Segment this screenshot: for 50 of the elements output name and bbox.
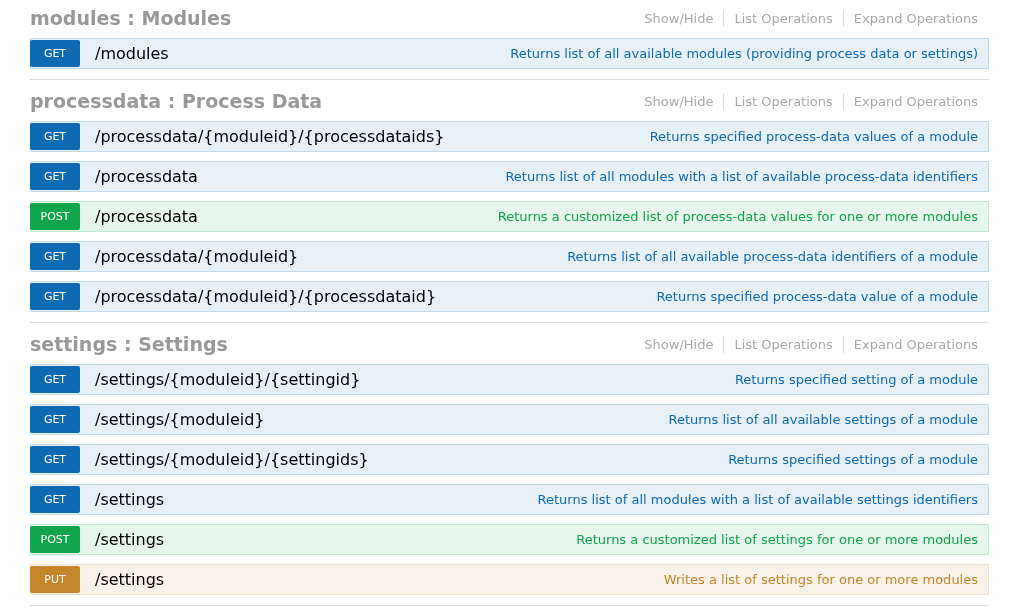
section-title[interactable]: modules : Modules [30, 7, 232, 29]
endpoint-path: /modules [95, 44, 170, 63]
method-badge[interactable]: GET [30, 366, 80, 393]
endpoint-path: /settings/{moduleid} [95, 410, 266, 429]
operation-row[interactable]: PUT /settings Writes a list of settings for one or more modules [30, 564, 989, 595]
endpoint-summary: Returns list of all modules with a list of available process-data identifiers [505, 169, 978, 184]
endpoint-summary: Returns list of all available settings of a module [668, 412, 978, 427]
endpoint-path: /settings/{moduleid}/{settingids} [95, 450, 370, 469]
endpoint-summary: Returns list of all modules with a list of available settings identifiers [537, 492, 978, 507]
endpoint-summary: Writes a list of settings for one or more modules [663, 572, 978, 587]
endpoint-path: /settings [95, 570, 166, 589]
endpoint-summary: Returns list of all available process-data identifiers of a module [567, 249, 978, 264]
method-badge[interactable]: PUT [30, 566, 80, 593]
operation-row[interactable]: POST /settings Returns a customized list of settings for one or more modules [30, 524, 989, 555]
method-badge[interactable]: GET [30, 163, 80, 190]
section-title[interactable]: processdata : Process Data [30, 90, 323, 112]
operation-row[interactable]: GET /processdata/{moduleid}/{processdataids} Returns specified process-data values of a module [30, 121, 989, 152]
endpoint-summary: Returns list of all available modules (providing process data or settings) [510, 46, 978, 61]
method-badge[interactable]: GET [30, 123, 80, 150]
endpoint-path: /settings [95, 530, 166, 549]
endpoint-path: /processdata [95, 207, 199, 226]
method-badge[interactable]: POST [30, 526, 80, 553]
method-badge[interactable]: GET [30, 446, 80, 473]
endpoint-path: /processdata/{moduleid}/{processdataid} [95, 287, 438, 306]
operation-row[interactable]: GET /settings Returns list of all modules with a list of available settings identifiers [30, 484, 989, 515]
method-badge[interactable]: GET [30, 406, 80, 433]
section-title[interactable]: settings : Settings [30, 333, 228, 355]
endpoint-path: /processdata/{moduleid} [95, 247, 300, 266]
method-badge[interactable]: POST [30, 203, 80, 230]
method-badge[interactable]: GET [30, 243, 80, 270]
operation-row[interactable]: GET /processdata/{moduleid}/{processdataid} Returns specified process-data value of a module [30, 281, 989, 312]
method-badge[interactable]: GET [30, 486, 80, 513]
operation-row[interactable]: GET /settings/{moduleid} Returns list of all available settings of a module [30, 404, 989, 435]
endpoint-path: /processdata [95, 167, 199, 186]
endpoint-summary: Returns specified setting of a module [734, 372, 978, 387]
endpoint-summary: Returns specified process-data values of a module [649, 129, 978, 144]
operation-row[interactable]: GET /settings/{moduleid}/{settingid} Returns specified setting of a module [30, 364, 989, 395]
operation-row[interactable]: GET /processdata/{moduleid} Returns list of all available process-data identifiers of a module [30, 241, 989, 272]
endpoint-summary: Returns specified process-data value of a module [656, 289, 978, 304]
endpoint-summary: Returns a customized list of settings for one or more modules [576, 532, 978, 547]
endpoint-summary: Returns a customized list of process-data values for one or more modules [497, 209, 978, 224]
endpoint-path: /settings [95, 490, 166, 509]
endpoint-summary: Returns specified settings of a module [728, 452, 978, 467]
method-badge[interactable]: GET [30, 40, 80, 67]
operation-row[interactable]: GET /settings/{moduleid}/{settingids} Returns specified settings of a module [30, 444, 989, 475]
endpoint-path: /processdata/{moduleid}/{processdataids} [95, 127, 446, 146]
method-badge[interactable]: GET [30, 283, 80, 310]
endpoint-path: /settings/{moduleid}/{settingid} [95, 370, 362, 389]
operation-row[interactable]: GET /processdata Returns list of all modules with a list of available process-data identifiers [30, 161, 989, 192]
operation-row[interactable]: GET /modules Returns list of all available modules (providing process data or settings) [30, 38, 989, 69]
